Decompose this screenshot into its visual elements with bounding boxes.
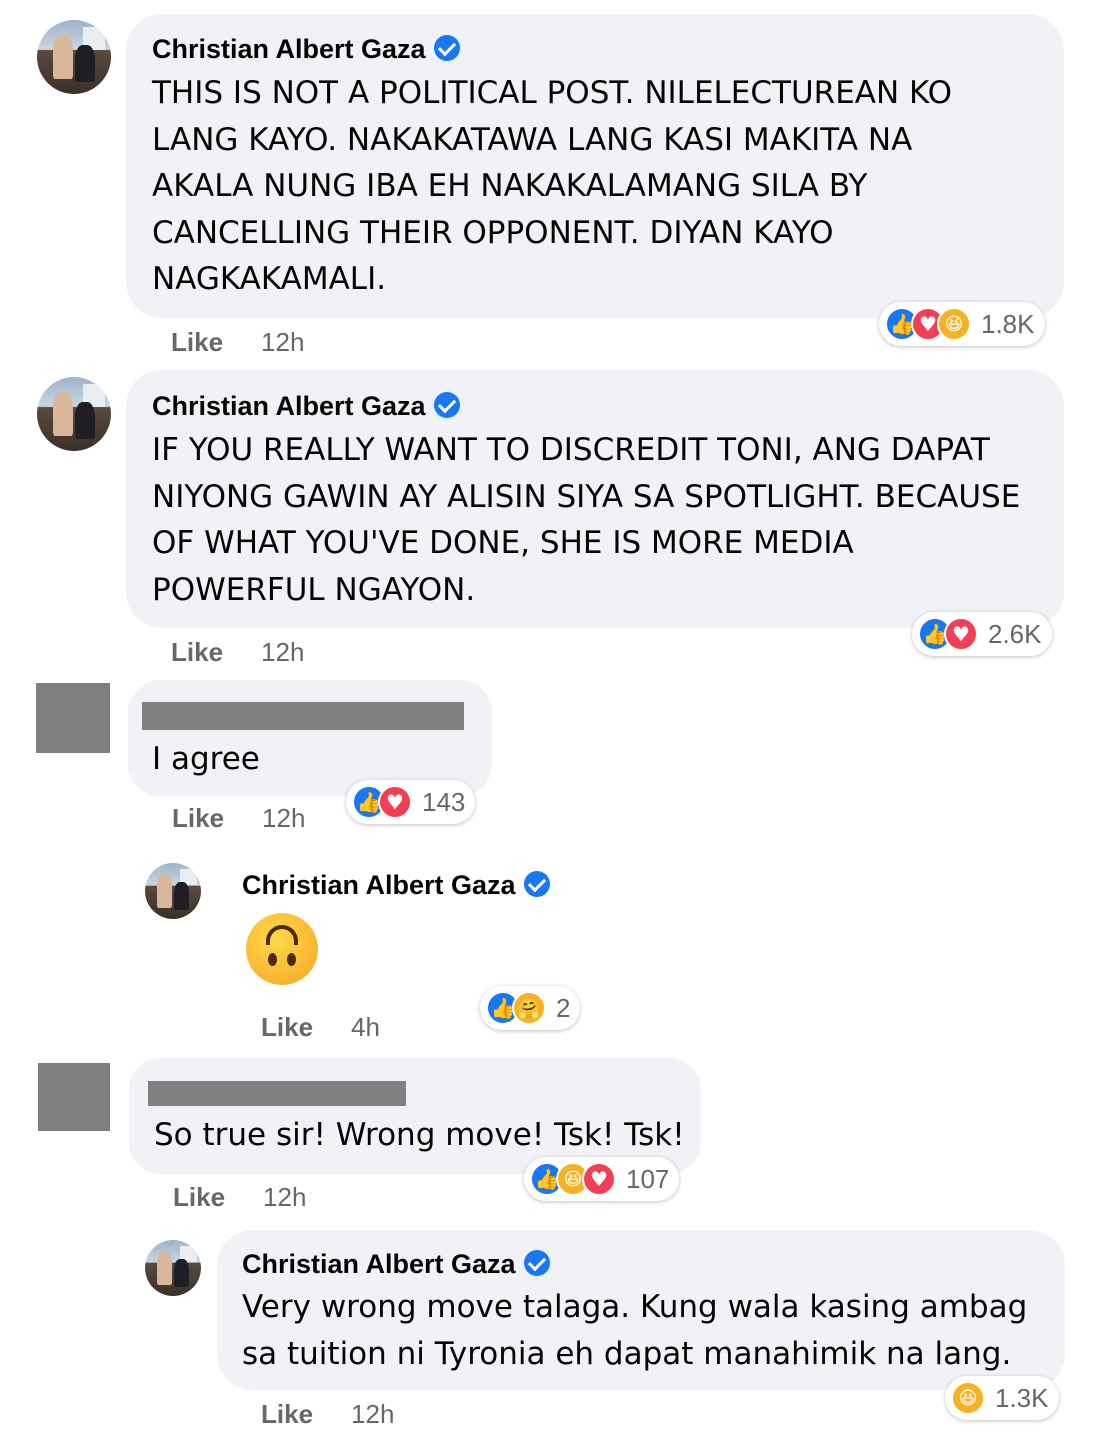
- like-button[interactable]: Like: [172, 803, 224, 833]
- haha-reaction-icon: 😆: [951, 1381, 985, 1415]
- verified-badge-icon: [523, 871, 550, 897]
- timestamp[interactable]: 12h: [261, 327, 304, 357]
- avatar-redacted[interactable]: [36, 683, 110, 753]
- comment-text: THIS IS NOT A POLITICAL POST. NILELECTUR…: [152, 75, 953, 297]
- reaction-count: 2: [556, 992, 571, 1023]
- author-name-redacted: [142, 702, 464, 730]
- love-reaction-icon: ♥: [582, 1162, 616, 1196]
- reaction-count: 107: [626, 1163, 670, 1194]
- reaction-count: 2.6K: [988, 618, 1042, 649]
- avatar[interactable]: [145, 863, 201, 919]
- verified-badge-icon: [523, 1250, 550, 1276]
- author-name[interactable]: Christian Albert Gaza: [152, 34, 460, 65]
- comment-text: I agree: [152, 741, 260, 777]
- care-reaction-icon: 🤗: [512, 991, 546, 1025]
- author-name[interactable]: Christian Albert Gaza: [242, 1249, 550, 1280]
- verified-badge-icon: [433, 392, 460, 418]
- comment-text: IF YOU REALLY WANT TO DISCREDIT TONI, AN…: [152, 432, 1021, 608]
- timestamp[interactable]: 12h: [351, 1399, 394, 1429]
- timestamp[interactable]: 4h: [351, 1012, 380, 1042]
- reactions-summary[interactable]: 👍 ♥ 😆 1.8K: [879, 302, 1045, 346]
- like-button[interactable]: Like: [171, 637, 223, 667]
- comment-meta: Like 12h: [172, 803, 305, 834]
- reactions-summary[interactable]: 👍 ♥ 143: [346, 780, 476, 824]
- comment-meta: Like 12h: [171, 637, 304, 668]
- like-button[interactable]: Like: [171, 327, 223, 357]
- author-name-link[interactable]: Christian Albert Gaza: [152, 391, 426, 421]
- reaction-count: 1.8K: [981, 308, 1035, 339]
- reactions-summary[interactable]: 👍 🤗 2: [480, 986, 581, 1030]
- avatar[interactable]: [145, 1240, 201, 1296]
- avatar[interactable]: [37, 377, 111, 451]
- comment-meta: Like 4h: [261, 1012, 380, 1043]
- timestamp[interactable]: 12h: [263, 1182, 306, 1212]
- haha-reaction-icon: 😆: [937, 307, 971, 341]
- author-name[interactable]: Christian Albert Gaza: [152, 391, 460, 422]
- avatar[interactable]: [37, 20, 111, 94]
- comment-meta: Like 12h: [261, 1399, 394, 1430]
- reactions-summary[interactable]: 👍 ♥ 2.6K: [912, 612, 1052, 656]
- comment-text: Very wrong move talaga. Kung wala kasing…: [242, 1289, 1028, 1372]
- author-name-link[interactable]: Christian Albert Gaza: [242, 1249, 516, 1279]
- author-name[interactable]: Christian Albert Gaza: [242, 870, 550, 901]
- reactions-summary[interactable]: 😆 1.3K: [945, 1376, 1059, 1420]
- like-button[interactable]: Like: [261, 1399, 313, 1429]
- reaction-count: 1.3K: [995, 1382, 1049, 1413]
- avatar-redacted[interactable]: [38, 1063, 110, 1131]
- reactions-summary[interactable]: 👍 😆 ♥ 107: [524, 1157, 680, 1201]
- author-name-link[interactable]: Christian Albert Gaza: [152, 34, 426, 64]
- like-button[interactable]: Like: [173, 1182, 225, 1212]
- comment-meta: Like 12h: [171, 327, 304, 358]
- author-name-redacted: [148, 1081, 406, 1106]
- comment-text: So true sir! Wrong move! Tsk! Tsk!: [154, 1117, 685, 1153]
- love-reaction-icon: ♥: [944, 617, 978, 651]
- author-name-link[interactable]: Christian Albert Gaza: [242, 870, 516, 900]
- verified-badge-icon: [433, 35, 460, 61]
- like-button[interactable]: Like: [261, 1012, 313, 1042]
- upside-down-face-icon: [246, 913, 318, 985]
- comment-meta: Like 12h: [173, 1182, 306, 1213]
- reaction-count: 143: [422, 786, 466, 817]
- love-reaction-icon: ♥: [378, 785, 412, 819]
- timestamp[interactable]: 12h: [262, 803, 305, 833]
- timestamp[interactable]: 12h: [261, 637, 304, 667]
